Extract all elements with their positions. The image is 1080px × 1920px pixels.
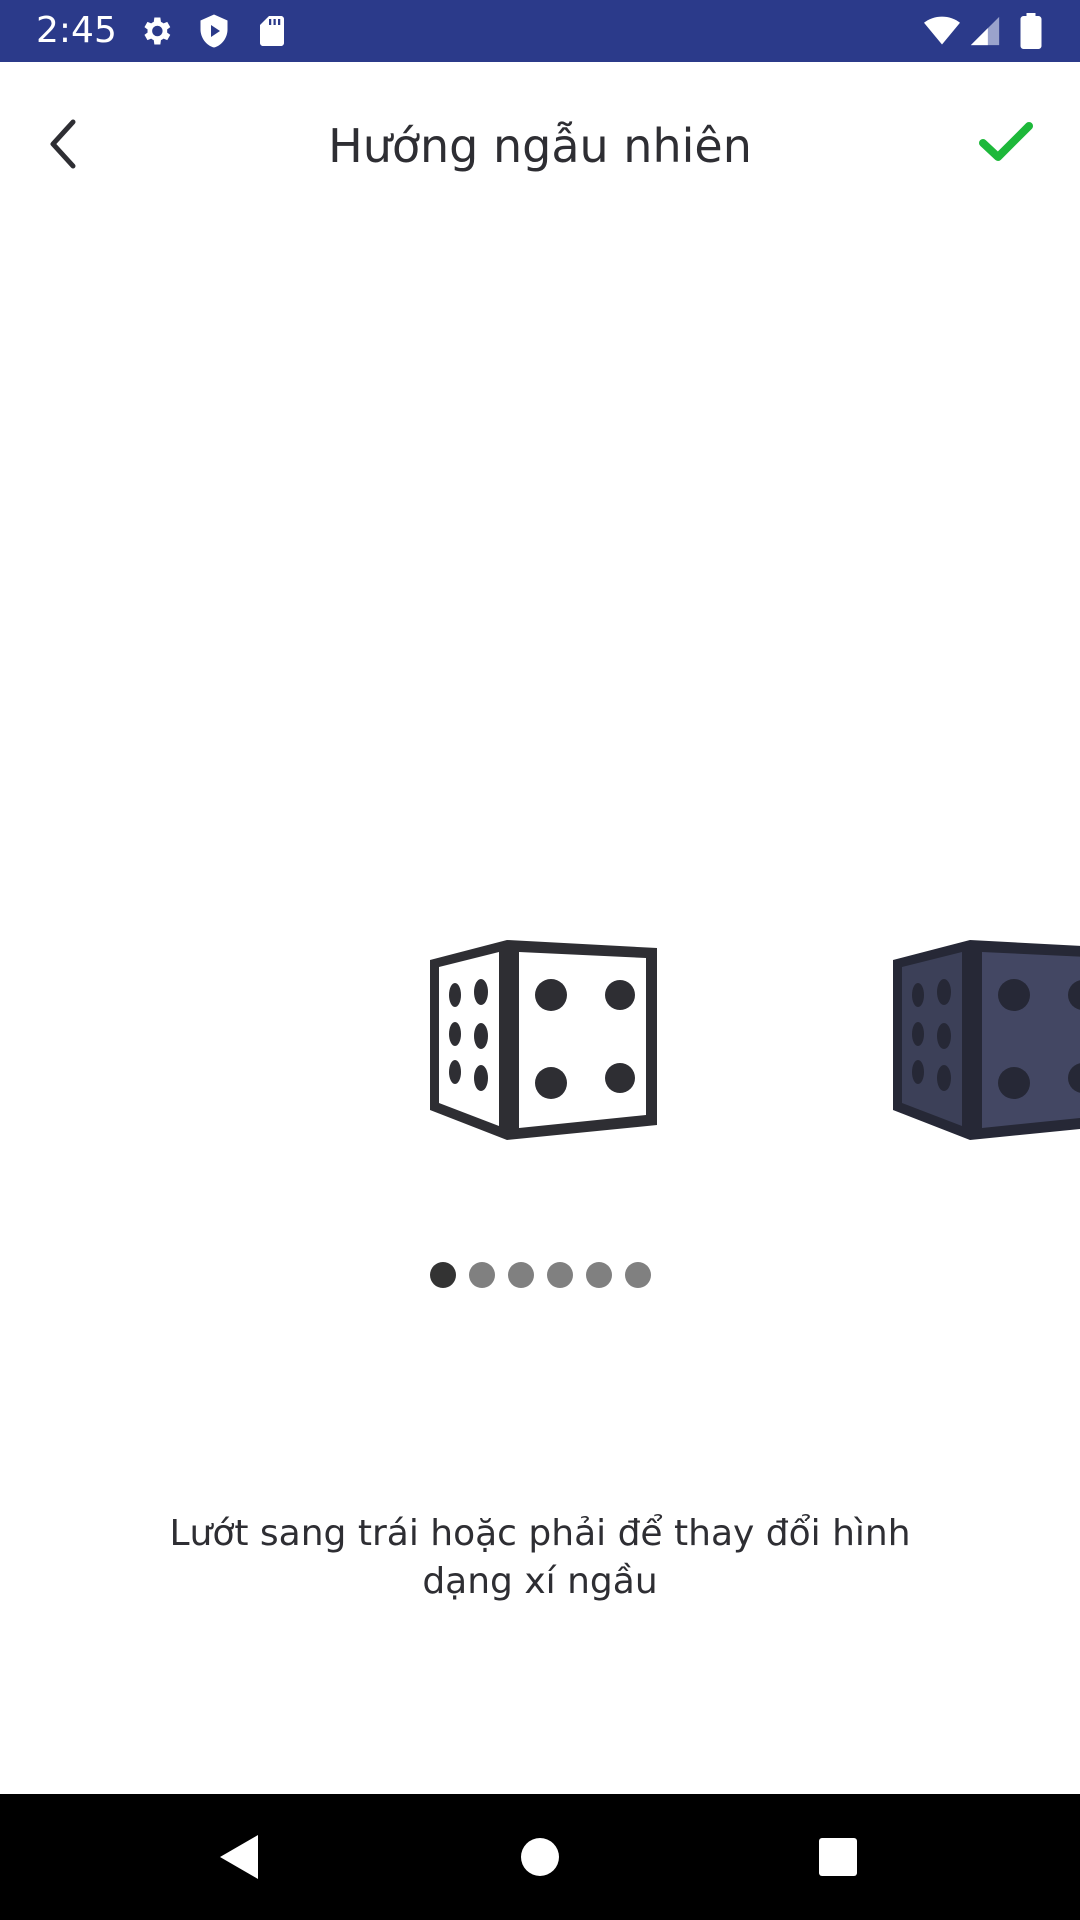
status-bar: 2:45 (0, 0, 1080, 62)
page-dot-4[interactable] (546, 1262, 573, 1288)
page-indicator (0, 1262, 1080, 1292)
screen: 2:45 Hướng ngẫu nhiên Lướt sang trái hoặ… (0, 0, 1080, 1920)
top-bar: Hướng ngẫu nhiên (0, 62, 1080, 232)
page-dot-1[interactable] (429, 1262, 456, 1288)
home-circle-icon (521, 1838, 559, 1876)
die-white-option[interactable] (425, 940, 665, 1150)
settings-icon (144, 17, 171, 45)
page-dot-3[interactable] (507, 1262, 534, 1288)
die-navy-option[interactable] (888, 940, 1080, 1150)
page-dot-6[interactable] (624, 1262, 651, 1288)
back-triangle-icon (220, 1835, 258, 1879)
status-time: 2:45 (36, 10, 117, 51)
page-title: Hướng ngẫu nhiên (328, 119, 752, 173)
confirm-button[interactable] (970, 106, 1042, 178)
shield-play-icon (200, 14, 228, 48)
nav-back-button[interactable] (206, 1824, 272, 1890)
check-icon (979, 122, 1033, 161)
nav-home-button[interactable] (507, 1824, 573, 1890)
page-dot-2[interactable] (468, 1262, 495, 1288)
dice-carousel[interactable] (0, 900, 1080, 1160)
recents-square-icon (819, 1838, 857, 1876)
instruction-text: Lướt sang trái hoặc phải để thay đổi hìn… (169, 1513, 911, 1602)
signal-icon (970, 16, 1000, 46)
battery-icon (1020, 13, 1042, 49)
page-dot-5[interactable] (585, 1262, 612, 1288)
wifi-icon (924, 16, 960, 45)
sd-card-icon (260, 16, 284, 46)
nav-recents-button[interactable] (805, 1824, 871, 1890)
navigation-bar (0, 1794, 1080, 1920)
